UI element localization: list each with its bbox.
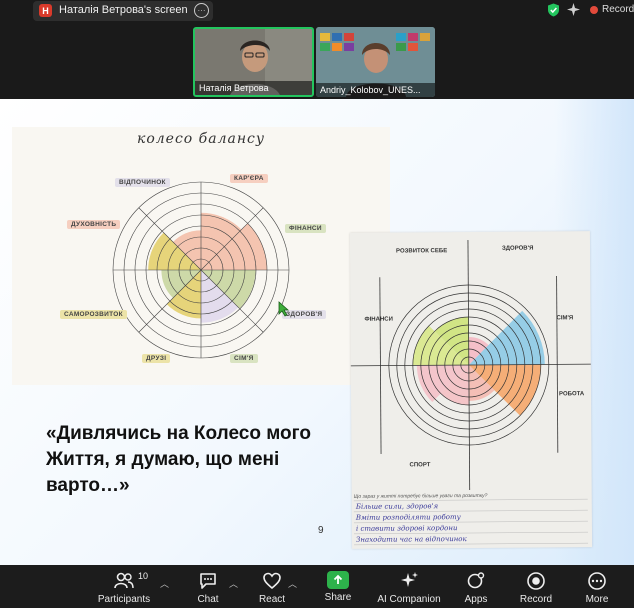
photo-label-family: СІМ'Я [556,315,574,322]
participants-count: 10 [138,571,149,581]
photo-label-work: РОБОТА [559,391,585,398]
apps-icon [467,572,485,589]
filled-wheel-photo: РОЗВИТОК СЕБЕ ЗДОРОВ'Я ФІНАНСИ СІМ'Я РОБ… [349,231,593,549]
photo-segment [468,310,545,366]
share-title: Наталія Ветрова's screen [59,4,188,16]
wheel-label-career: КАР'ЄРА [230,174,268,183]
meeting-toolbar: Participants 10 ︿ Chat ︿ React ︿ Share A… [0,565,634,608]
wheel-of-balance-card: колесо балансу ВІДПОЧИНОК КАР'ЄРА ДУХОВН… [12,127,390,385]
wheel-label-self-development: САМОРОЗВИТОК [60,310,127,319]
handwriting-line: Вміти розподіляти роботу [355,513,461,522]
more-icon [588,572,606,590]
photo-wheel-drawing [349,240,593,546]
wheel-label-finances: ФІНАНСИ [285,224,326,233]
recording-label[interactable]: Recordi [602,4,634,15]
ai-companion-label: AI Companion [377,594,441,605]
top-bar: H Наталія Ветрова's screen ··· Recordi [0,0,634,26]
record-button[interactable]: Record [501,571,571,605]
handwriting-line: Більше сили, здоров'я [355,502,439,511]
slide-page-number: 9 [318,525,324,536]
photo-label-health: ЗДОРОВ'Я [501,245,534,252]
sparkle-icon [401,572,418,587]
handwriting-line: і ставити здорові кордони [355,524,458,533]
wheel-label-family: СІМ'Я [230,354,258,363]
host-badge: H [39,4,52,17]
video-tile-participant[interactable]: Andriy_Kolobov_UNES... [316,27,435,97]
chat-label: Chat [197,594,219,605]
chevron-up-icon[interactable]: ︿ [288,577,297,590]
more-button[interactable]: More [562,571,632,605]
more-label: More [585,594,609,605]
recording-dot-icon [590,6,598,14]
wheel-label-spirituality: ДУХОВНІСТЬ [67,220,121,229]
participants-label: Participants [97,594,151,605]
share-arrow-icon [327,571,349,589]
ai-companion-button[interactable]: AI Companion [374,571,444,605]
photo-label-self-growth: РОЗВИТОК СЕБЕ [396,248,448,255]
share-options-button[interactable]: ··· [194,3,209,18]
wheel-diagram [112,181,290,359]
participant-name: Andriy_Kolobov_UNES... [316,83,435,97]
participants-button[interactable]: Participants [89,571,159,605]
heart-icon [263,572,281,590]
handwriting-line: Знаходити час на відпочинок [356,535,467,544]
shared-screen: колесо балансу ВІДПОЧИНОК КАР'ЄРА ДУХОВН… [0,99,634,565]
participants-icon [114,572,134,589]
photo-label-finances: ФІНАНСИ [364,316,393,323]
mouse-cursor-icon [278,301,290,317]
share-button[interactable]: Share [303,571,373,603]
ai-sparkle-icon[interactable] [567,3,580,16]
slide-quote: «Дивлячись на Колесо мого Життя, я думаю… [46,423,311,496]
record-label: Record [519,594,553,605]
shield-check-icon[interactable] [547,3,560,17]
react-label: React [258,594,286,605]
wheel-label-friends: ДРУЗІ [142,354,171,363]
wheel-label-rest: ВІДПОЧИНОК [115,178,170,187]
chat-icon [200,573,216,589]
video-tile-speaker[interactable]: Наталія Ветрова [193,27,314,97]
record-icon [527,572,545,590]
photo-label-sport: СПОРТ [409,462,431,469]
participant-name: Наталія Ветрова [195,81,312,95]
photo-question: Що зараз у житті потребує більше уваги т… [353,492,488,500]
share-label: Share [324,592,352,603]
chevron-up-icon[interactable]: ︿ [160,577,169,590]
